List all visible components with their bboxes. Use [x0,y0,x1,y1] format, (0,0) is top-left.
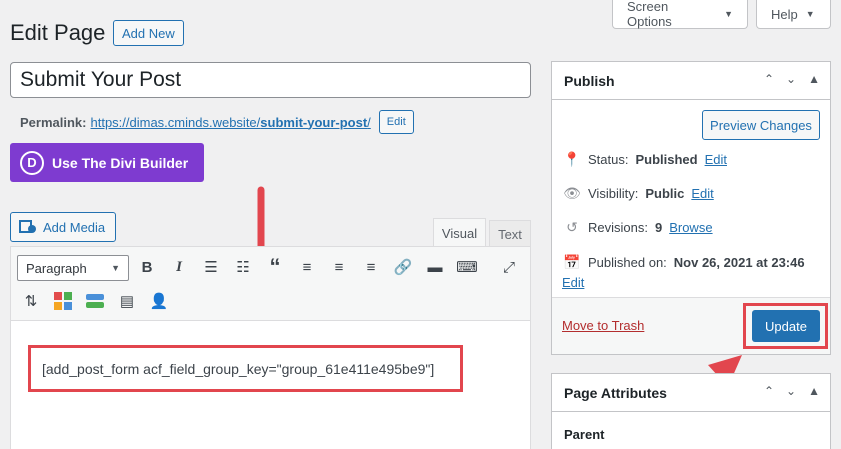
permalink-base: https://dimas.cminds.website/ [90,114,261,130]
attributes-panel-controls: ⌃ ⌄ ▲ [764,384,820,398]
add-media-label: Add Media [43,219,106,235]
chevron-down-icon[interactable]: ⌄ [786,72,796,86]
align-center-icon[interactable]: ≡ [328,256,350,278]
revisions-row: ↺ Revisions: 9 Browse [563,219,712,236]
screen-options-tab[interactable]: Screen Options ▼ [612,0,748,29]
chevron-up-icon[interactable]: ⌃ [764,72,774,86]
published-on-row: 📅 Published on: Nov 26, 2021 at 23:46 [563,254,805,271]
status-row: 📍 Status: Published Edit [563,151,727,168]
visibility-edit-link[interactable]: Edit [691,186,713,201]
calendar-icon: 📅 [563,254,581,270]
format-select[interactable]: Paragraph ▼ [17,255,129,281]
visibility-value: Public [645,186,685,201]
fullscreen-icon[interactable]: ⤢ [498,256,520,278]
add-media-button[interactable]: Add Media [10,212,116,242]
help-tab[interactable]: Help ▼ [756,0,831,29]
tab-visual[interactable]: Visual [433,218,486,247]
permalink-label: Permalink: [20,114,87,130]
divi-logo-icon: D [20,150,44,175]
caret-down-icon: ▼ [111,263,120,273]
link-icon[interactable]: 🔗 [392,256,414,278]
bullet-list-icon[interactable]: ☰ [200,256,222,278]
toolbar-row-2: ⇅ ▤ 👤 [20,290,170,312]
move-to-trash-link[interactable]: Move to Trash [562,318,644,333]
read-more-icon[interactable]: ▬ [424,256,446,278]
caret-down-icon: ▼ [805,9,815,19]
collapse-triangle-icon[interactable]: ▲ [808,72,820,86]
format-select-value: Paragraph [26,260,87,276]
keyboard-icon[interactable]: ⌨ [456,256,478,278]
history-icon: ↺ [566,219,578,235]
revisions-value: 9 [654,220,663,235]
shortcode-content[interactable]: [add_post_form acf_field_group_key="grou… [28,345,463,392]
italic-icon[interactable]: I [168,256,190,278]
published-edit-link[interactable]: Edit [562,275,584,290]
eye-icon: 👁 [563,185,581,201]
published-label: Published on: [588,255,667,270]
chevron-down-icon[interactable]: ⌄ [786,384,796,398]
divi-builder-label: Use The Divi Builder [52,154,189,171]
parent-label: Parent [564,427,605,442]
permalink-end: / [367,114,371,130]
pin-icon: 📍 [563,151,581,167]
preview-changes-button[interactable]: Preview Changes [702,110,820,140]
numbered-list-icon[interactable]: ☷ [232,256,254,278]
permalink-row: Permalink: https://dimas.cminds.website/… [20,110,414,134]
media-icon [19,220,36,233]
bold-icon[interactable]: B [136,256,158,278]
status-label: Status: [588,152,629,167]
status-edit-link[interactable]: Edit [705,152,727,167]
caret-down-icon: ▼ [724,9,733,19]
visibility-row: 👁 Visibility: Public Edit [563,185,714,202]
align-left-icon[interactable]: ≡ [296,256,318,278]
post-title-input[interactable]: Submit Your Post [10,62,531,98]
page-title: Edit Page [10,20,106,45]
publish-panel-controls: ⌃ ⌄ ▲ [764,72,820,86]
divi-builder-button[interactable]: D Use The Divi Builder [10,143,204,182]
published-value: Nov 26, 2021 at 23:46 [673,255,805,270]
collapse-triangle-icon[interactable]: ▲ [808,384,820,398]
browse-link[interactable]: Browse [669,220,712,235]
permalink-edit-button[interactable]: Edit [378,110,414,134]
visibility-label: Visibility: [588,186,639,201]
screen-options-label: Screen Options [627,0,672,29]
shortcode-icon[interactable]: ⇅ [20,290,42,312]
permalink-link[interactable]: https://dimas.cminds.website/submit-your… [90,115,370,130]
user-icon[interactable]: 👤 [148,290,170,312]
permalink-slug: submit-your-post [260,114,368,130]
add-new-button[interactable]: Add New [113,20,184,46]
table-icon[interactable]: ▤ [116,290,138,312]
tab-text[interactable]: Text [489,220,531,247]
toolbar-row-1: B I ☰ ☷ “ ≡ ≡ ≡ 🔗 ▬ ⌨ [136,254,478,279]
layout-grid-icon[interactable] [52,290,74,312]
button-shortcode-icon[interactable] [84,290,106,312]
blockquote-icon[interactable]: “ [264,254,286,279]
help-label: Help [771,6,798,22]
chevron-up-icon[interactable]: ⌃ [764,384,774,398]
align-right-icon[interactable]: ≡ [360,256,382,278]
revisions-label: Revisions: [588,220,648,235]
update-button[interactable]: Update [752,310,820,342]
status-value: Published [635,152,698,167]
